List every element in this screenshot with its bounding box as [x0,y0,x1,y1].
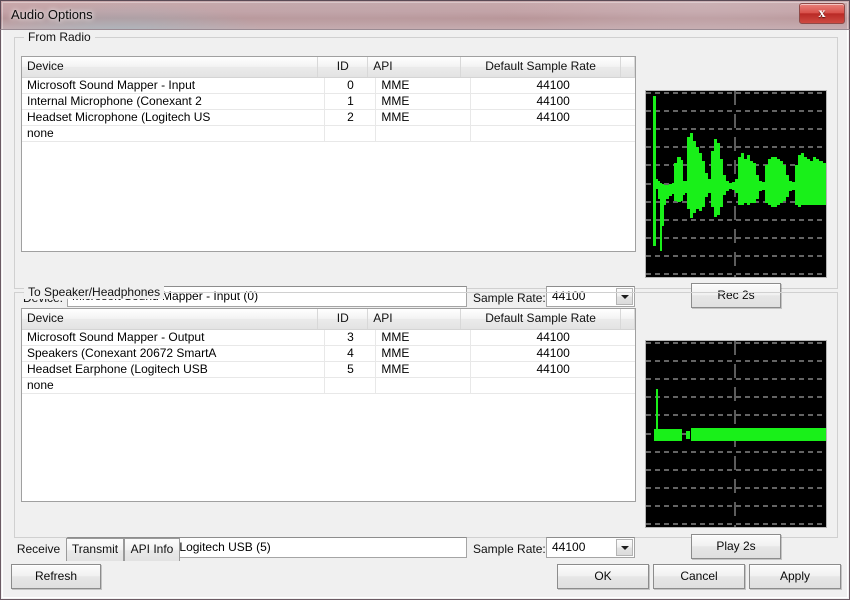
cell-api: MME [376,110,471,125]
record-waveform-display [645,90,827,278]
cell-device: none [22,126,325,141]
cancel-button[interactable]: Cancel [653,564,745,589]
play-button-label: Play 2s [692,535,780,558]
ok-button-label: OK [558,565,648,588]
cell-device: Headset Earphone (Logitech USB [22,362,325,377]
tab-api-info[interactable]: API Info [124,538,180,561]
tab-api-info-label: API Info [125,539,179,560]
cell-rate: 44100 [471,346,635,361]
cell-id: 3 [325,330,376,345]
input-device-rows: Microsoft Sound Mapper - Input 0 MME 441… [22,78,635,142]
cell-rate: 44100 [471,94,635,109]
title-bar-highlight [2,2,848,29]
apply-button-label: Apply [750,565,840,588]
input-device-list-header: Device ID API Default Sample Rate [22,57,635,78]
cell-device: none [22,378,325,393]
tab-receive-label: Receive [11,538,66,560]
tab-transmit-label: Transmit [67,539,123,560]
cancel-button-label: Cancel [654,565,744,588]
cell-id [325,126,376,141]
cell-id: 2 [325,110,376,125]
cell-api: MME [376,78,471,93]
ok-button[interactable]: OK [557,564,649,589]
cell-api [376,378,471,393]
tab-transmit[interactable]: Transmit [66,538,124,561]
cell-id: 5 [325,362,376,377]
chevron-down-icon[interactable] [616,539,633,556]
cell-rate [471,126,635,141]
refresh-button[interactable]: Refresh [11,564,101,589]
audio-options-window: Audio Options x From Radio Device ID API… [0,0,850,600]
group-from-radio-label: From Radio [24,30,95,44]
close-icon: x [800,6,844,22]
tab-receive[interactable]: Receive [11,538,66,561]
cell-api [376,126,471,141]
column-header-spacer [621,57,635,77]
table-row[interactable]: Headset Microphone (Logitech US 2 MME 44… [22,110,635,126]
play-button[interactable]: Play 2s [691,534,781,559]
column-header-rate[interactable]: Default Sample Rate [461,309,621,329]
output-sample-rate-label: Sample Rate: [473,542,546,556]
table-row[interactable]: Speakers (Conexant 20672 SmartA 4 MME 44… [22,346,635,362]
refresh-button-label: Refresh [12,565,100,588]
table-row[interactable]: Microsoft Sound Mapper - Input 0 MME 441… [22,78,635,94]
output-device-list[interactable]: Device ID API Default Sample Rate Micros… [21,308,636,502]
cell-rate: 44100 [471,110,635,125]
playback-waveform-display [645,340,827,528]
window-title: Audio Options [11,7,93,22]
cell-device: Microsoft Sound Mapper - Output [22,330,325,345]
table-row[interactable]: none [22,378,635,394]
cell-device: Internal Microphone (Conexant 2 [22,94,325,109]
cell-device: Microsoft Sound Mapper - Input [22,78,325,93]
cell-device: Speakers (Conexant 20672 SmartA [22,346,325,361]
output-device-list-header: Device ID API Default Sample Rate [22,309,635,330]
column-header-api[interactable]: API [368,309,461,329]
close-button[interactable]: x [799,3,845,24]
title-bar[interactable]: Audio Options x [0,0,850,29]
cell-id: 1 [325,94,376,109]
column-header-id[interactable]: ID [318,57,368,77]
input-device-list[interactable]: Device ID API Default Sample Rate Micros… [21,56,636,252]
output-sample-rate-value: 44100 [552,538,585,557]
column-header-spacer [621,309,635,329]
column-header-api[interactable]: API [368,57,461,77]
cell-rate: 44100 [471,330,635,345]
cell-api: MME [376,330,471,345]
group-to-speaker-label: To Speaker/Headphones [24,285,164,299]
dialog-client-area: From Radio Device ID API Default Sample … [0,29,850,600]
table-row[interactable]: Microsoft Sound Mapper - Output 3 MME 44… [22,330,635,346]
apply-button[interactable]: Apply [749,564,841,589]
column-header-device[interactable]: Device [22,309,318,329]
output-device-rows: Microsoft Sound Mapper - Output 3 MME 44… [22,330,635,394]
cell-id [325,378,376,393]
playback-waveform-svg [646,341,826,527]
table-row[interactable]: none [22,126,635,142]
column-header-id[interactable]: ID [318,309,368,329]
table-row[interactable]: Internal Microphone (Conexant 2 1 MME 44… [22,94,635,110]
column-header-rate[interactable]: Default Sample Rate [461,57,621,77]
cell-api: MME [376,362,471,377]
cell-id: 4 [325,346,376,361]
column-header-device[interactable]: Device [22,57,318,77]
cell-rate [471,378,635,393]
cell-device: Headset Microphone (Logitech US [22,110,325,125]
cell-api: MME [376,94,471,109]
output-sample-rate-select[interactable]: 44100 [546,537,635,558]
cell-rate: 44100 [471,78,635,93]
table-row[interactable]: Headset Earphone (Logitech USB 5 MME 441… [22,362,635,378]
cell-rate: 44100 [471,362,635,377]
cell-api: MME [376,346,471,361]
cell-id: 0 [325,78,376,93]
record-waveform-svg [646,91,826,277]
